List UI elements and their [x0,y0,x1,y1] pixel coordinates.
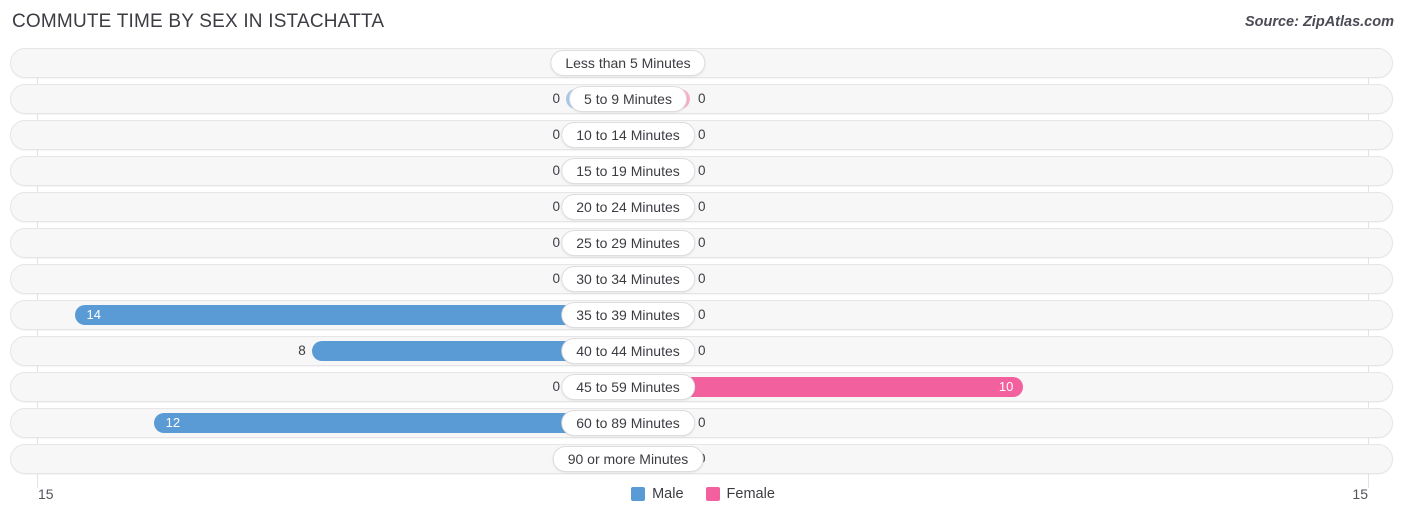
bar-value-male: 0 [552,379,560,394]
bar-value-male: 0 [552,199,560,214]
category-label: 60 to 89 Minutes [561,410,695,436]
bar-value-female: 0 [698,127,706,142]
table-row: 0 0 20 to 24 Minutes [0,192,1406,222]
bar-value-female: 0 [698,91,706,106]
table-row: 0 0 25 to 29 Minutes [0,228,1406,258]
category-label: 5 to 9 Minutes [569,86,687,112]
legend-item-male[interactable]: Male [631,486,684,502]
category-label: 45 to 59 Minutes [561,374,695,400]
legend-label: Female [726,486,775,502]
legend-swatch-icon [705,487,720,501]
bar-value-male: 12 [165,415,181,430]
bar-male [74,305,628,325]
table-row: 8 0 40 to 44 Minutes [0,336,1406,366]
legend-swatch-icon [631,487,646,501]
bar-value-female: 0 [698,307,706,322]
chart-legend: Male Female [0,486,1406,502]
source-attribution: Source: ZipAtlas.com [1244,14,1394,30]
bar-value-male: 0 [552,163,560,178]
table-row: 14 0 35 to 39 Minutes [0,300,1406,330]
category-label: 15 to 19 Minutes [561,158,695,184]
chart-footer: 15 15 Male Female [0,482,1406,522]
bar-value-female: 10 [998,379,1014,394]
category-label: Less than 5 Minutes [550,50,706,76]
table-row: 0 0 30 to 34 Minutes [0,264,1406,294]
category-label: 20 to 24 Minutes [561,194,695,220]
bar-value-male: 8 [298,343,306,358]
category-label: 30 to 34 Minutes [561,266,695,292]
table-row: 0 0 15 to 19 Minutes [0,156,1406,186]
bar-value-male: 0 [552,91,560,106]
bar-value-male: 0 [552,271,560,286]
table-row: 0 0 5 to 9 Minutes [0,84,1406,114]
category-label: 35 to 39 Minutes [561,302,695,328]
bar-value-female: 0 [698,163,706,178]
bar-male [153,413,628,433]
bar-value-male: 14 [86,307,101,322]
category-label: 40 to 44 Minutes [561,338,695,364]
bar-value-female: 0 [698,199,706,214]
bar-value-male: 0 [552,235,560,250]
bar-value-female: 0 [698,415,706,430]
page-title: COMMUTE TIME BY SEX IN ISTACHATTA [12,11,385,32]
bar-rows: 00Less than 5 Minutes005 to 9 Minutes001… [0,48,1406,480]
bar-value-female: 0 [698,271,706,286]
table-row: 00Less than 5 Minutes [0,48,1406,78]
bar-value-female: 0 [698,343,706,358]
legend-item-female[interactable]: Female [705,486,775,502]
table-row: 0 0 10 to 14 Minutes [0,120,1406,150]
table-row: 0 10 45 to 59 Minutes [0,372,1406,402]
bar-value-male: 0 [552,127,560,142]
plot-area: 00Less than 5 Minutes005 to 9 Minutes001… [0,48,1406,488]
table-row: 12 0 60 to 89 Minutes [0,408,1406,438]
bar-value-female: 0 [698,235,706,250]
legend-label: Male [652,486,684,502]
category-label: 90 or more Minutes [552,446,704,472]
category-label: 25 to 29 Minutes [561,230,695,256]
table-row: 0090 or more Minutes [0,444,1406,474]
category-label: 10 to 14 Minutes [561,122,695,148]
chart-page: COMMUTE TIME BY SEX IN ISTACHATTA Source… [0,0,1406,522]
chart-header: COMMUTE TIME BY SEX IN ISTACHATTA Source… [0,0,1406,44]
